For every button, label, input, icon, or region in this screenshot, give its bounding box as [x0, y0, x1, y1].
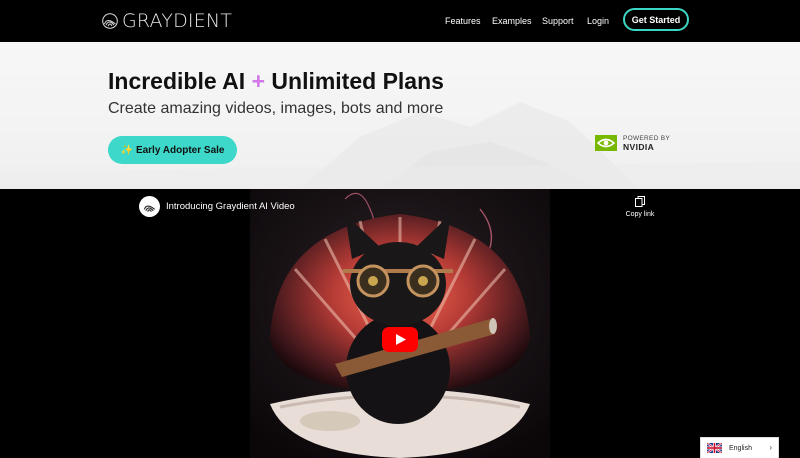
video-title[interactable]: Introducing Graydient AI Video: [166, 201, 295, 212]
hero-subtitle: Create amazing videos, images, bots and …: [108, 100, 444, 117]
hero-title-plus: +: [251, 68, 266, 94]
top-navbar: GRAYDIENT Features Examples Support Logi…: [0, 0, 800, 42]
brand-name: GRAYDIENT: [122, 10, 233, 32]
powered-by-nvidia-badge: POWERED BY NVIDIA: [595, 134, 670, 152]
sale-button-label: Early Adopter Sale: [135, 144, 225, 156]
sparkle-icon: ✨: [120, 144, 133, 156]
copy-icon: [635, 196, 645, 207]
hero-section: Incredible AI + Unlimited Plans Create a…: [0, 42, 800, 189]
video-player[interactable]: Introducing Graydient AI Video Copy link: [0, 189, 800, 458]
play-button-icon[interactable]: [382, 327, 418, 352]
channel-avatar[interactable]: [139, 196, 160, 217]
early-adopter-sale-button[interactable]: ✨ Early Adopter Sale: [108, 136, 237, 164]
video-thumbnail: [250, 189, 550, 458]
copy-link-label: Copy link: [625, 211, 655, 218]
hero-title-part1: Incredible AI: [108, 68, 246, 94]
language-selector[interactable]: English ›: [700, 437, 779, 458]
language-label: English: [729, 444, 752, 452]
nav-link-features[interactable]: Features: [445, 16, 481, 26]
graydient-logo-icon: [143, 205, 156, 212]
nav-link-examples[interactable]: Examples: [492, 16, 532, 26]
uk-flag-icon: [707, 443, 722, 453]
copy-link-button[interactable]: Copy link: [622, 196, 658, 218]
hero-title-part2: Unlimited Plans: [271, 68, 444, 94]
nvidia-eye-icon: [595, 135, 617, 151]
nav-link-login[interactable]: Login: [587, 16, 609, 26]
brand-logo[interactable]: GRAYDIENT: [102, 10, 232, 32]
hero-title: Incredible AI + Unlimited Plans: [108, 68, 444, 95]
get-started-button[interactable]: Get Started: [623, 8, 689, 31]
nvidia-label: NVIDIA: [623, 142, 655, 152]
nav-link-support[interactable]: Support: [542, 16, 574, 26]
logo-icon: [102, 13, 118, 29]
chevron-right-icon: ›: [769, 443, 772, 452]
